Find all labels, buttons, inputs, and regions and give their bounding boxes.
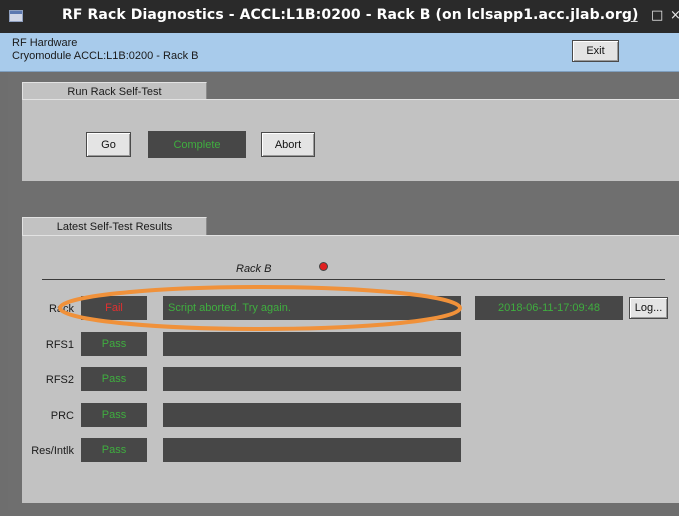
window-titlebar: RF Rack Diagnostics - ACCL:L1B:0200 - Ra… xyxy=(0,0,679,33)
maximize-icon[interactable]: □ xyxy=(651,8,663,23)
log-button[interactable]: Log... xyxy=(629,297,668,319)
tab-run-rack-self-test[interactable]: Run Rack Self-Test xyxy=(22,82,207,100)
row-label-rfs2: RFS2 xyxy=(45,374,74,386)
main-area: Run Rack Self-Test Go Complete Abort Lat… xyxy=(8,72,679,510)
window-title: RF Rack Diagnostics - ACCL:L1B:0200 - Ra… xyxy=(62,7,639,23)
exit-button[interactable]: Exit xyxy=(572,40,619,62)
header-bar: RF Hardware Cryomodule ACCL:L1B:0200 - R… xyxy=(0,33,679,72)
timestamp-rack: 2018-06-11-17:09:48 xyxy=(475,296,623,320)
hardware-label: RF Hardware xyxy=(12,37,78,49)
row-label-res-intlk: Res/Intlk xyxy=(31,445,74,457)
tab-latest-self-test-results[interactable]: Latest Self-Test Results xyxy=(22,217,207,236)
app-window-icon xyxy=(9,10,23,22)
minimize-icon[interactable]: _ xyxy=(631,8,638,23)
rack-title: Rack B xyxy=(236,263,272,275)
row-label-rfs1: RFS1 xyxy=(45,339,74,351)
message-rfs2 xyxy=(163,367,461,391)
cryomodule-label: Cryomodule ACCL:L1B:0200 - Rack B xyxy=(12,50,199,62)
message-prc xyxy=(163,403,461,427)
message-res-intlk xyxy=(163,438,461,462)
status-indicator-led xyxy=(319,262,328,271)
self-test-panel: Go Complete Abort xyxy=(22,99,679,181)
result-rfs1: Pass xyxy=(81,332,147,356)
result-prc: Pass xyxy=(81,403,147,427)
go-button[interactable]: Go xyxy=(86,132,131,157)
results-panel: Rack B Rack Fail Script aborted. Try aga… xyxy=(22,235,679,503)
message-rfs1 xyxy=(163,332,461,356)
row-label-prc: PRC xyxy=(50,410,74,422)
result-rfs2: Pass xyxy=(81,367,147,391)
highlight-annotation xyxy=(58,285,462,331)
result-res-intlk: Pass xyxy=(81,438,147,462)
abort-button[interactable]: Abort xyxy=(261,132,315,157)
close-icon[interactable]: × xyxy=(670,8,679,23)
header-divider xyxy=(42,279,665,280)
highlight-ellipse xyxy=(58,285,462,331)
self-test-status: Complete xyxy=(148,131,246,158)
